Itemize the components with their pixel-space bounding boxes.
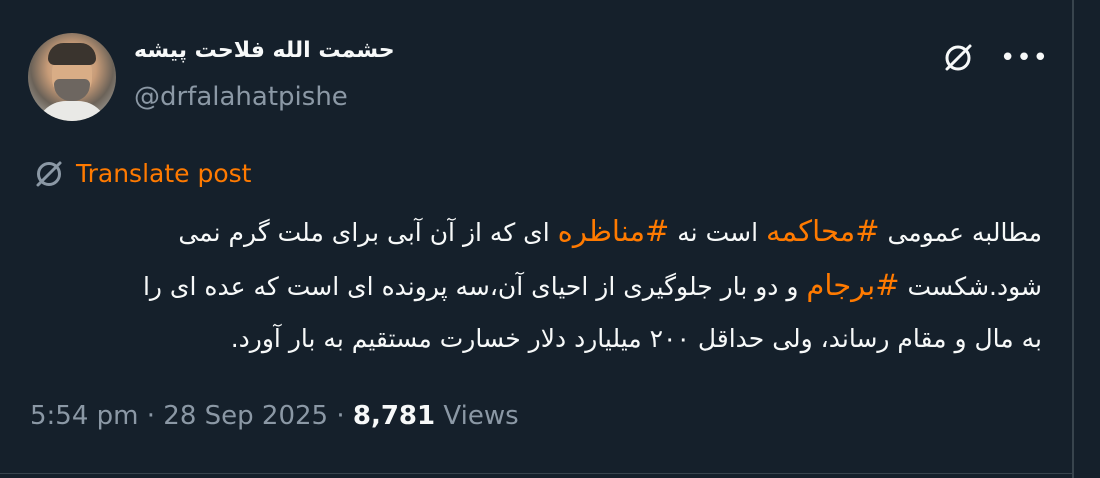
translate-post-row[interactable]: Translate post: [32, 156, 251, 192]
views-count[interactable]: 8,781: [353, 401, 435, 431]
post-text-segment: مطالبه عمومی: [879, 218, 1042, 247]
post-line-3: به مال و مقام رساند، ولی حداقل ۲۰۰ میلیا…: [230, 324, 1042, 353]
meta-separator: ·: [328, 401, 353, 431]
post-date[interactable]: 28 Sep 2025: [163, 401, 328, 431]
hashtag-link[interactable]: #مناظره: [558, 214, 670, 248]
tweet-card: حشمت الله فلاحت پیشه @drfalahatpishe •••…: [0, 0, 1100, 478]
post-text-segment: ای که از آن آبی برای ملت گرم نمی: [178, 218, 558, 247]
post-text-segment: است نه: [669, 218, 766, 247]
post-text: مطالبه عمومی #محاکمه است نه #مناظره ای ک…: [30, 204, 1042, 366]
meta-separator: ·: [138, 401, 164, 431]
post-line-2: شود.شکست #برجام و دو بار جلوگیری از احیا…: [30, 258, 1042, 312]
avatar-hair: [48, 43, 96, 65]
post-line-1: مطالبه عمومی #محاکمه است نه #مناظره ای ک…: [30, 204, 1042, 258]
views-label[interactable]: Views: [435, 401, 518, 431]
post-text-segment: و دو بار جلوگیری از احیای آن،سه پرونده ا…: [142, 272, 807, 301]
avatar-shirt: [36, 101, 108, 121]
hashtag-link[interactable]: #برجام: [806, 268, 899, 302]
hashtag-link[interactable]: #محاکمه: [766, 214, 880, 248]
grok-icon[interactable]: [940, 40, 976, 76]
author-handle[interactable]: @drfalahatpishe: [134, 80, 348, 114]
translate-icon: [36, 161, 62, 187]
post-meta: 5:54 pm · 28 Sep 2025 · 8,781 Views: [30, 396, 519, 436]
translate-post-link[interactable]: Translate post: [76, 156, 251, 192]
more-horizontal-icon[interactable]: •••: [1000, 40, 1048, 76]
post-text-segment: شود.شکست: [899, 272, 1042, 301]
timeline-divider: [1072, 0, 1074, 478]
post-time[interactable]: 5:54 pm: [30, 401, 138, 431]
avatar[interactable]: [28, 33, 116, 121]
card-bottom-divider: [0, 473, 1072, 474]
avatar-beard: [54, 79, 90, 101]
author-display-name[interactable]: حشمت الله فلاحت پیشه: [134, 36, 395, 66]
